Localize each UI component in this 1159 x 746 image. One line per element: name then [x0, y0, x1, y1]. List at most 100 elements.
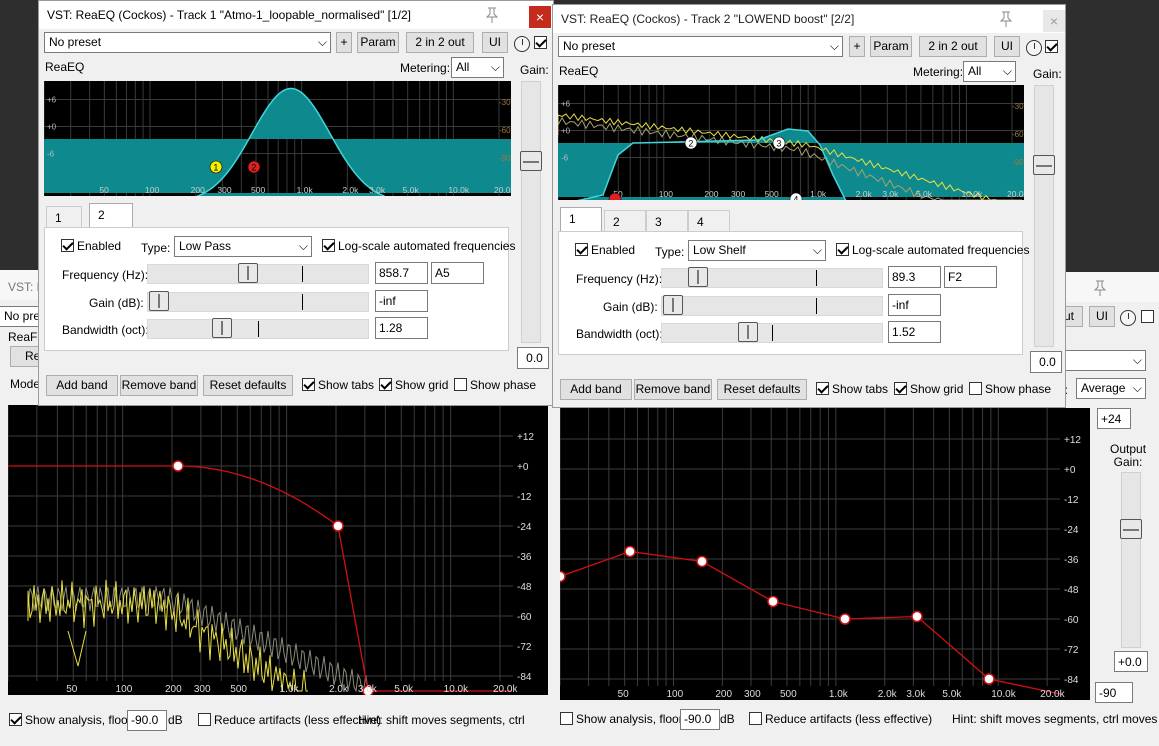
show-grid-label: Show grid — [910, 382, 964, 396]
gain-row-slider[interactable] — [147, 291, 369, 312]
slider-thumb[interactable] — [1120, 519, 1142, 539]
metering-combo[interactable]: All ⌵ — [963, 61, 1016, 82]
reset-defaults-button[interactable]: Reset defaults — [717, 379, 807, 400]
frequency-slider[interactable] — [661, 267, 883, 288]
io-button[interactable]: 2 in 2 out — [406, 32, 474, 53]
curve-point — [839, 613, 851, 625]
enabled-checkbox[interactable] — [575, 243, 588, 256]
frequency-field[interactable]: 89.3 — [888, 266, 941, 288]
slider-thumb[interactable] — [688, 267, 708, 287]
reduce-artifacts-checkbox[interactable] — [198, 713, 211, 726]
note-field[interactable]: F2 — [944, 266, 997, 288]
close-button[interactable]: × — [529, 6, 551, 28]
frequency-slider[interactable] — [147, 263, 369, 284]
slider-thumb[interactable] — [663, 295, 683, 315]
freq-tick-label: 3.0k — [906, 689, 926, 700]
remove-band-button[interactable]: Remove band — [634, 379, 712, 400]
max-range-field[interactable]: +24 — [1097, 408, 1131, 429]
eq2-graph[interactable]: +6+0-6-30-60-90501002003005001.0k2.0k3.0… — [558, 85, 1024, 200]
freq-tick-label: 2.0k — [878, 689, 898, 700]
dry-wet-knob[interactable] — [1120, 310, 1136, 326]
bypass-checkbox[interactable] — [1141, 310, 1154, 323]
preset-combo[interactable]: ⌵ — [1058, 350, 1146, 371]
type-combo[interactable]: Low Pass ⌵ — [174, 236, 312, 257]
reduce-artifacts-checkbox[interactable] — [749, 712, 762, 725]
analysis-spectrum — [27, 579, 369, 693]
bandwidth-slider[interactable] — [661, 322, 883, 343]
dry-wet-knob[interactable] — [514, 36, 530, 52]
slider-thumb[interactable] — [520, 151, 542, 171]
slider-thumb[interactable] — [212, 318, 232, 338]
log-scale-checkbox[interactable] — [322, 239, 335, 252]
remove-band-button[interactable]: Remove band — [120, 375, 198, 396]
tab-2[interactable]: 2 — [604, 210, 646, 232]
metering-combo[interactable]: All ⌵ — [451, 57, 504, 78]
gain-slider[interactable] — [520, 81, 542, 343]
show-grid-checkbox[interactable] — [894, 382, 907, 395]
note-field[interactable]: A5 — [431, 262, 484, 284]
tab-1[interactable]: 1 — [46, 206, 82, 228]
slider-thumb[interactable] — [738, 322, 758, 342]
show-tabs-checkbox[interactable] — [816, 382, 829, 395]
output-gain-slider[interactable] — [1120, 472, 1142, 648]
reaeq2-titlebar[interactable]: VST: ReaEQ (Cockos) - Track 2 "LOWEND bo… — [553, 5, 1065, 33]
slider-thumb[interactable] — [238, 263, 258, 283]
pin-icon[interactable] — [1093, 280, 1107, 296]
show-analysis-checkbox[interactable] — [9, 713, 22, 726]
bypass-checkbox[interactable] — [1045, 40, 1058, 53]
type-combo[interactable]: Low Shelf ⌵ — [688, 240, 826, 261]
enabled-checkbox[interactable] — [61, 239, 74, 252]
db-tick-label: -84 — [517, 672, 532, 683]
ui-button[interactable]: UI — [1089, 306, 1115, 327]
add-band-button[interactable]: Add band — [46, 375, 118, 396]
tab-2[interactable]: 2 — [89, 203, 133, 228]
slider-thumb[interactable] — [1033, 155, 1055, 175]
gain-slider[interactable] — [1033, 85, 1055, 347]
min-range-field[interactable]: -90 — [1095, 682, 1133, 703]
averaging-combo[interactable]: Average ⌵ — [1076, 378, 1146, 399]
close-button[interactable]: × — [1043, 10, 1065, 32]
show-phase-checkbox[interactable] — [969, 382, 982, 395]
bypass-checkbox[interactable] — [534, 36, 547, 49]
reafir-right-graph[interactable]: +12+0-12-24-36-48-60-72-84(-90)501002003… — [560, 408, 1090, 700]
gain-field[interactable]: 0.0 — [1030, 351, 1062, 373]
ui-button[interactable]: UI — [482, 32, 508, 53]
gain-field[interactable]: 0.0 — [517, 347, 549, 369]
param-button[interactable]: Param — [357, 32, 399, 53]
reafir-left-graph[interactable]: +12+0-12-24-36-48-60-72-84(-90)501002003… — [8, 405, 548, 695]
reaeq1-titlebar[interactable]: VST: ReaEQ (Cockos) - Track 1 "Atmo-1_lo… — [39, 1, 553, 29]
dry-wet-knob[interactable] — [1026, 40, 1042, 56]
gain-row-field[interactable]: -inf — [888, 294, 941, 316]
show-grid-checkbox[interactable] — [379, 378, 392, 391]
param-button[interactable]: Param — [870, 36, 912, 57]
gain-row-field[interactable]: -inf — [375, 290, 428, 312]
eq1-graph[interactable]: +6 +0 -6 -30 -60 -90 50 100 200 300 500 1.0k 2.0k 3.0… — [44, 81, 511, 196]
add-preset-button[interactable]: + — [849, 36, 865, 57]
tab-1[interactable]: 1 — [560, 207, 602, 232]
add-preset-button[interactable]: + — [336, 32, 352, 53]
show-analysis-checkbox[interactable] — [560, 712, 573, 725]
ui-button[interactable]: UI — [994, 36, 1020, 57]
pin-icon[interactable] — [485, 7, 499, 23]
frequency-field[interactable]: 858.7 — [375, 262, 428, 284]
io-button[interactable]: 2 in 2 out — [919, 36, 987, 57]
bandwidth-field[interactable]: 1.28 — [375, 317, 428, 339]
preset-combo[interactable]: No preset ⌵ — [44, 32, 331, 53]
floor-field[interactable]: -90.0 — [680, 709, 720, 730]
output-gain-field[interactable]: +0.0 — [1114, 651, 1148, 672]
preset-combo[interactable]: No preset ⌵ — [558, 36, 843, 57]
log-scale-checkbox[interactable] — [836, 243, 849, 256]
floor-field[interactable]: -90.0 — [127, 710, 167, 731]
bandwidth-field[interactable]: 1.52 — [888, 321, 941, 343]
gain-row-slider[interactable] — [661, 295, 883, 316]
tab-3[interactable]: 3 — [646, 210, 688, 232]
pin-icon[interactable] — [999, 11, 1013, 27]
bandwidth-slider[interactable] — [147, 318, 369, 339]
slider-thumb[interactable] — [149, 291, 169, 311]
freq-tick-label: 200 — [165, 684, 182, 695]
tab-4[interactable]: 4 — [688, 210, 730, 232]
show-tabs-checkbox[interactable] — [302, 378, 315, 391]
reset-defaults-button[interactable]: Reset defaults — [203, 375, 293, 396]
add-band-button[interactable]: Add band — [560, 379, 632, 400]
show-phase-checkbox[interactable] — [454, 378, 467, 391]
